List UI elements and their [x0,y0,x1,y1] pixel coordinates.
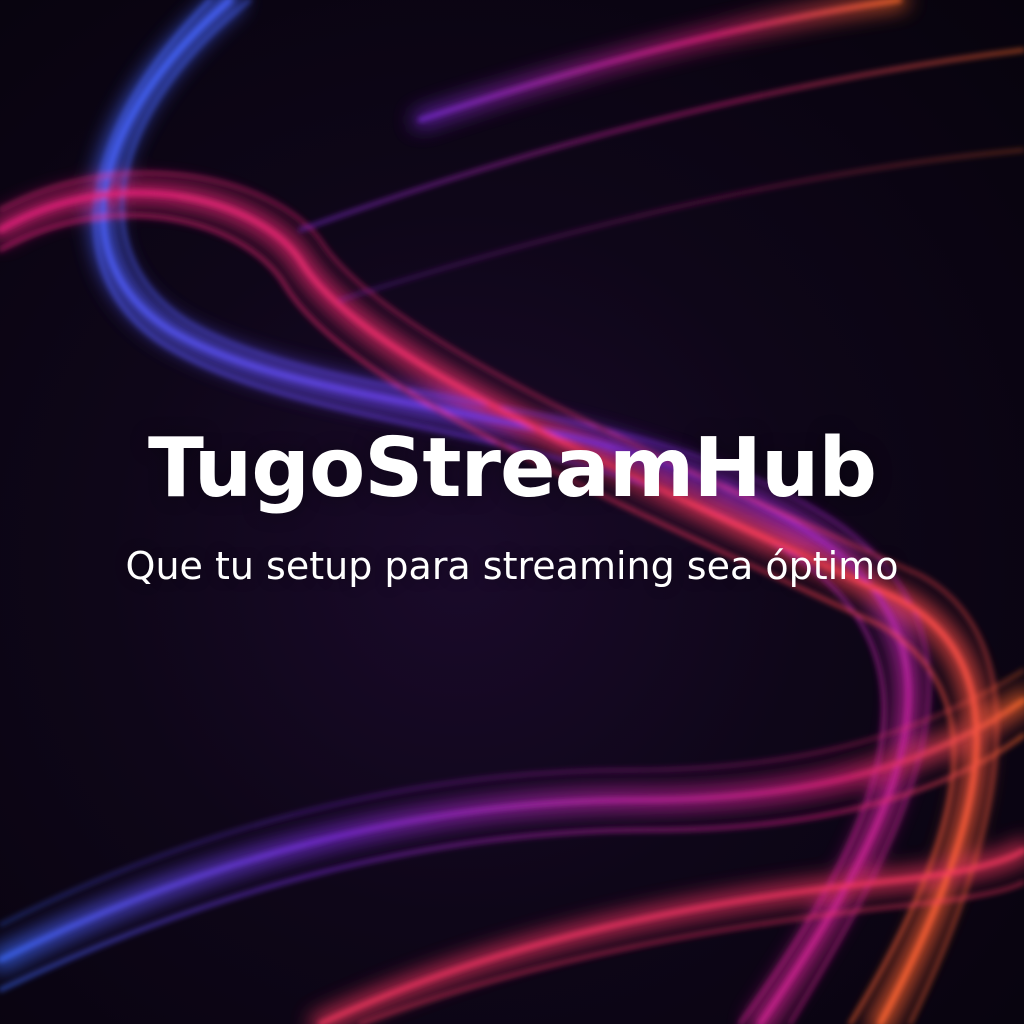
brand-tagline: Que tu setup para streaming sea óptimo [125,544,899,589]
brand-title: TugoStreamHub [147,421,877,516]
hero-banner: TugoStreamHub Que tu setup para streamin… [0,0,1024,1024]
hero-text: TugoStreamHub Que tu setup para streamin… [0,420,1024,590]
